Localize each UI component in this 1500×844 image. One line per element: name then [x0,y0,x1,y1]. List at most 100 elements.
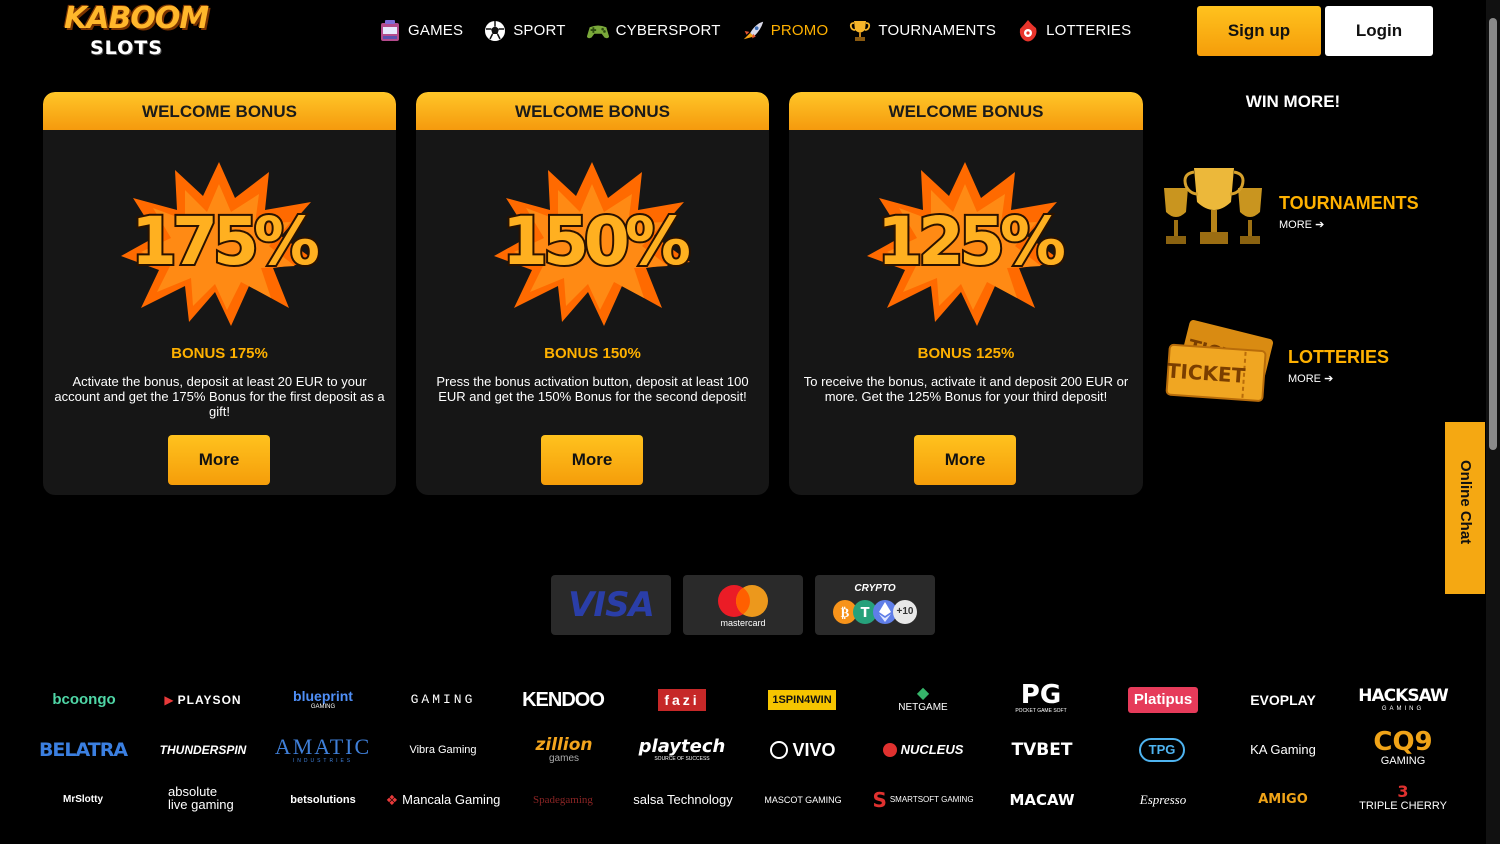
provider-salsa[interactable]: salsa Technology [633,780,733,820]
logo-line1: KABOOM [64,1,209,36]
provider-hacksaw[interactable]: HACKSAW GAMING [1358,680,1448,720]
provider-mancala[interactable]: ❖ Mancala Gaming [386,780,501,820]
bonus-125-title: BONUS 125% [917,345,1015,362]
provider-nucleus[interactable]: NUCLEUS [880,730,966,770]
provider-ka-gaming[interactable]: KA Gaming [1240,730,1326,770]
smartsoft-s-icon: S [872,788,887,812]
tickets-icon: TICKET TICKET [1165,320,1274,402]
win-more-lotteries[interactable]: TICKET TICKET LOTTERIES MORE ➔ [1156,312,1436,412]
bonus-125-burst-graphic: 125% [867,162,1065,326]
card-header: WELCOME BONUS [416,92,769,130]
bonus-150-description: Press the bonus activation button, depos… [436,374,749,404]
nav-lotteries[interactable]: LOTTERIES [1016,19,1131,43]
playson-play-icon: ▶ [164,693,174,707]
provider-fazi[interactable]: fazi [640,680,724,720]
provider-spadegaming[interactable]: Spadegaming [520,780,606,820]
netgame-diamond-icon: ◆ [916,685,930,702]
signup-button[interactable]: Sign up [1197,6,1321,56]
provider-tvbet[interactable]: TVBET [1000,730,1084,770]
vivo-circle-icon [770,741,789,759]
payment-crypto: CRYPTO ₿ T +10 [815,575,935,635]
online-chat-label: Online Chat [1457,460,1474,545]
bonus-125-percent: 125% [877,203,1065,280]
provider-cq9[interactable]: CQ9 GAMING [1360,728,1446,768]
provider-evoplay[interactable]: EVOPLAY [1240,680,1326,720]
nav-promo-label: PROMO [770,22,829,39]
bonus-175-burst-graphic: 175% [121,162,319,326]
nav-lotteries-label: LOTTERIES [1046,22,1132,39]
provider-triple-cherry[interactable]: 3 TRIPLE CHERRY [1359,778,1447,818]
provider-platipus[interactable]: Platipus [1122,680,1204,720]
win-more-lotteries-label: LOTTERIES [1288,347,1390,367]
arrow-right-icon: ➔ [1315,219,1325,231]
provider-belatra[interactable]: BELATRA [39,730,128,770]
arrow-right-icon: ➔ [1324,373,1334,385]
bonus-card-175: WELCOME BONUS 175% BONUS 175% Activate t… [43,92,396,495]
trophies-icon [1164,168,1262,244]
win-more-tournaments-label: TOURNAMENTS [1279,193,1419,213]
payment-visa: VISA [551,575,671,635]
win-more-tournaments[interactable]: TOURNAMENTS MORE ➔ [1156,158,1436,258]
provider-amigo[interactable]: AMIGO [1240,780,1326,820]
provider-blueprint[interactable]: blueprint GAMING [282,680,364,720]
nav-tournaments[interactable]: TOURNAMENTS [848,19,996,43]
gamepad-icon [586,19,610,43]
kaboom-slots-logo[interactable]: KABOOM SLOTS [64,4,209,60]
nucleus-dot-icon [882,743,897,757]
bonus-125-description: To receive the bonus, activate it and de… [803,374,1129,404]
provider-bgaming[interactable]: GAMING [402,680,484,720]
logo-line2: SLOTS [90,37,163,59]
login-button[interactable]: Login [1325,6,1433,56]
bonus-175-description: Activate the bonus, deposit at least 20 … [54,374,385,419]
provider-espresso[interactable]: Espresso [1120,780,1206,820]
bonus-150-burst-graphic: 150% [494,162,692,326]
bonus-150-more-button[interactable]: More [541,435,643,485]
provider-booongo[interactable]: bcoongo [42,680,126,720]
page-scrollbar-thumb[interactable] [1489,18,1497,450]
provider-absolute-live-gaming[interactable]: absolute live gaming [160,778,246,818]
nav-cybersport[interactable]: CYBERSPORT [586,19,721,43]
lottery-icon [1016,19,1040,43]
mastercard-label: mastercard [720,618,766,628]
provider-pg-soft[interactable]: PG POCKET GAME SOFT [1000,678,1082,718]
provider-smartsoft[interactable]: S SMARTSOFT GAMING [872,780,973,820]
provider-tpg[interactable]: TPG [1120,730,1204,770]
bonus-150-title: BONUS 150% [544,345,641,362]
provider-vivo[interactable]: VIVO [762,730,844,770]
provider-netgame[interactable]: ◆ NETGAME [880,680,966,720]
provider-zillion[interactable]: zillion games [522,730,606,770]
bonus-card-150: WELCOME BONUS 150% BONUS 150% Press the … [416,92,769,495]
header: KABOOM SLOTS GAMES SPORT CYBERSPORT PROM… [0,0,1500,62]
bonus-125-more-button[interactable]: More [914,435,1016,485]
nav-sport-label: SPORT [513,22,566,39]
nav-tournaments-label: TOURNAMENTS [878,22,997,39]
mancala-dots-icon: ❖ [385,791,399,808]
payment-mastercard: mastercard [683,575,803,635]
win-more-lotteries-more[interactable]: MORE ➔ [1288,372,1333,386]
provider-kendoo[interactable]: KENDOO [520,680,606,720]
card-header: WELCOME BONUS [789,92,1143,130]
provider-playson[interactable]: ▶ PLAYSON [160,680,246,720]
provider-thunderspin[interactable]: THUNDERSPIN [160,730,247,770]
main-nav: GAMES SPORT CYBERSPORT PROMO TOURNAMENTS [378,16,1131,46]
soccer-ball-icon [483,19,507,43]
provider-betsolutions[interactable]: betsolutions [280,780,366,820]
nav-promo[interactable]: PROMO [741,19,829,43]
nav-games[interactable]: GAMES [378,19,463,43]
visa-logo: VISA [568,585,655,625]
slot-machine-icon [378,19,402,43]
provider-playtech[interactable]: playtech SOURCE OF SUCCESS [636,730,728,770]
bonus-175-more-button[interactable]: More [168,435,270,485]
crypto-more-count: +10 [896,606,914,617]
nav-games-label: GAMES [408,22,464,39]
nav-sport[interactable]: SPORT [483,19,565,43]
provider-1spin4win[interactable]: 1SPIN4WIN [760,680,844,720]
provider-amatic[interactable]: AMATIC INDUSTRIES [272,730,374,770]
provider-mrslotty[interactable]: MrSlotty [40,780,126,820]
win-more-tournaments-more[interactable]: MORE ➔ [1279,218,1324,232]
provider-macaw[interactable]: MACAW [1000,780,1084,820]
provider-mascot-gaming[interactable]: MASCOT GAMING [760,780,846,820]
provider-vibra-gaming[interactable]: Vibra Gaming [400,730,486,770]
online-chat-tab[interactable]: Online Chat [1445,422,1485,594]
card-header: WELCOME BONUS [43,92,396,130]
